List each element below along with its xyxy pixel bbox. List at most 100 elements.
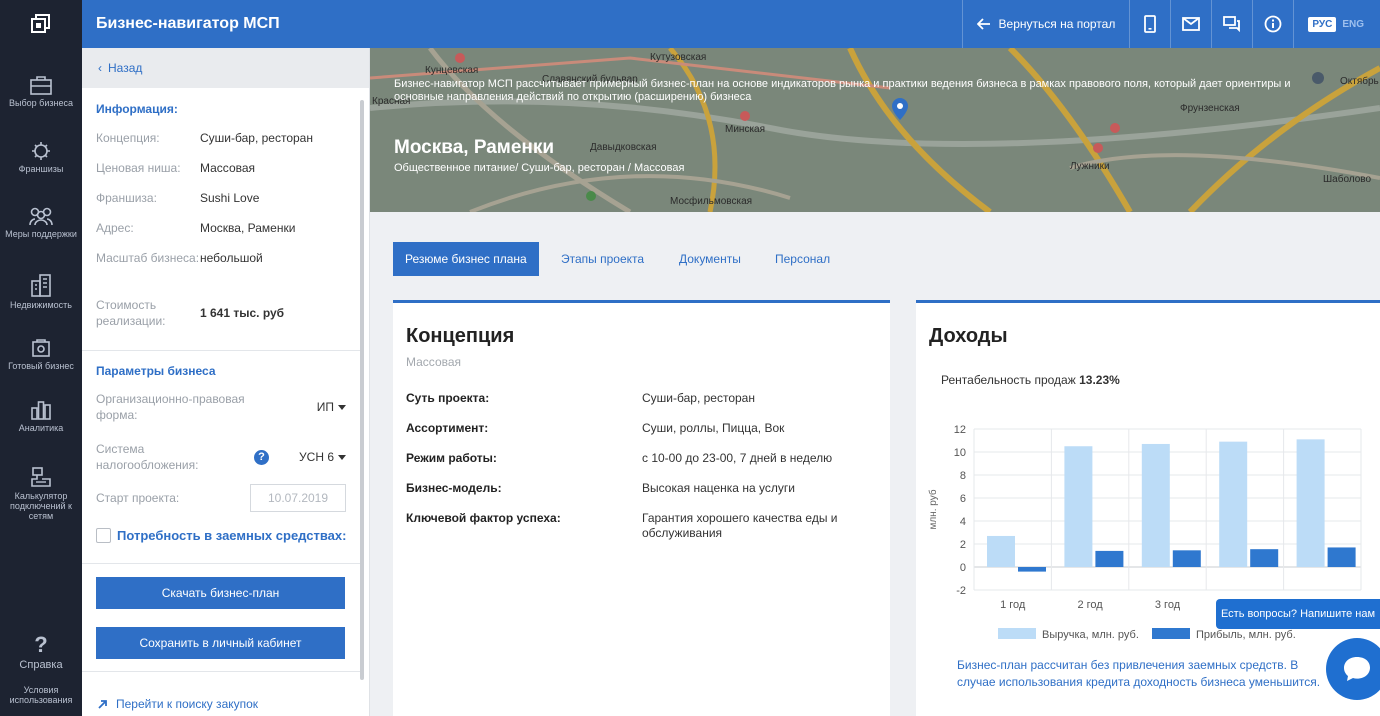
- building-icon: [31, 274, 51, 297]
- chat-prompt-bubble[interactable]: Есть вопросы? Напишите нам: [1216, 599, 1380, 629]
- concept-row: Режим работы: с 10-00 до 23-00, 7 дней в…: [406, 451, 876, 466]
- legend-label: Прибыль, млн. руб.: [1196, 629, 1296, 641]
- rail-item-network-calculator[interactable]: Калькулятор подключений к сетям: [0, 466, 82, 521]
- rail-item-real-estate[interactable]: Недвижимость: [0, 273, 82, 310]
- y-tick-label: 4: [960, 516, 966, 528]
- lang-ru-button[interactable]: РУС: [1308, 16, 1337, 32]
- income-note: Бизнес-план рассчитан без привлечения за…: [957, 658, 1321, 689]
- info-value: Москва, Раменки: [200, 221, 296, 235]
- rail-item-label: Недвижимость: [10, 300, 72, 310]
- param-label: Организационно-правовая форма:: [96, 392, 245, 422]
- start-date-input[interactable]: 10.07.2019: [250, 484, 346, 512]
- concept-key: Режим работы:: [406, 451, 497, 465]
- tax-system-select[interactable]: УСН 6: [299, 450, 346, 464]
- param-row-start: Старт проекта: 10.07.2019: [96, 484, 346, 512]
- concept-row: Ключевой фактор успеха: Гарантия хорошег…: [406, 511, 876, 541]
- info-value: небольшой: [200, 251, 263, 265]
- map-label: Кунцевская: [425, 65, 479, 76]
- chat-open-button[interactable]: [1326, 638, 1380, 700]
- info-row-franchise: Франшиза: Sushi Love: [96, 190, 346, 206]
- rail-item-label: Условия использования: [9, 685, 73, 705]
- map-label: Давыдковская: [590, 142, 657, 153]
- tab-summary[interactable]: Резюме бизнес плана: [393, 242, 539, 276]
- download-business-plan-button[interactable]: Скачать бизнес-план: [96, 577, 345, 609]
- question-circle-icon[interactable]: ?: [254, 449, 269, 465]
- rail-item-business-choice[interactable]: Выбор бизнеса: [0, 75, 82, 108]
- param-label: Старт проекта:: [96, 491, 180, 505]
- lang-en-button[interactable]: ENG: [1338, 17, 1368, 32]
- y-axis-label: млн. руб: [927, 489, 939, 529]
- concept-key: Ассортимент:: [406, 421, 489, 435]
- map-label: Мосфильмовская: [670, 196, 753, 207]
- hero-description: Бизнес-навигатор МСП рассчитывает пример…: [394, 78, 1291, 103]
- analytics-icon: [31, 401, 51, 420]
- rail-item-label: Аналитика: [18, 423, 64, 433]
- tab-staff[interactable]: Персонал: [775, 242, 830, 276]
- logo[interactable]: [0, 0, 82, 48]
- concept-subtitle: Массовая: [406, 355, 462, 369]
- chart-bar: [1327, 547, 1356, 567]
- rail-item-analytics[interactable]: Аналитика: [0, 398, 82, 433]
- chart-bar: [1172, 550, 1201, 567]
- map-label: Фрунзенская: [1180, 103, 1240, 114]
- logo-icon: [31, 14, 50, 33]
- tab-stages[interactable]: Этапы проекта: [561, 242, 644, 276]
- x-tick-label: 2 год: [1077, 599, 1103, 611]
- hero-subtitle: Общественное питание/ Суши-бар, ресторан…: [394, 162, 685, 174]
- concept-value: Суши, роллы, Пицца, Вок: [642, 421, 785, 435]
- back-to-portal-link[interactable]: Вернуться на портал: [961, 0, 1130, 48]
- question-icon: ?: [34, 632, 48, 657]
- legal-form-select[interactable]: ИП: [317, 400, 346, 414]
- loan-checkbox-label: Потребность в заемных средствах:: [117, 528, 347, 543]
- back-label: Назад: [108, 61, 143, 75]
- chart-bar: [1141, 443, 1170, 567]
- concept-row: Бизнес-модель: Высокая наценка на услуги: [406, 481, 876, 496]
- rail-item-label: Выбор бизнеса: [9, 98, 73, 108]
- rail-item-terms[interactable]: Условия использования: [0, 685, 82, 705]
- chart-bar: [1095, 550, 1124, 567]
- mail-icon: [1182, 17, 1201, 31]
- rail-item-label: Меры поддержки: [5, 229, 77, 239]
- info-row-price-niche: Ценовая ниша: Массовая: [96, 160, 346, 176]
- chart-bar: [1018, 567, 1046, 572]
- app-title: Бизнес-навигатор МСП: [96, 15, 280, 32]
- tab-documents[interactable]: Документы: [679, 242, 741, 276]
- map-label: Лужники: [1070, 161, 1110, 172]
- back-button[interactable]: ‹ Назад: [82, 48, 369, 88]
- hero-city: Москва, Раменки: [394, 137, 555, 158]
- concept-row: Суть проекта: Суши-бар, ресторан: [406, 391, 876, 406]
- save-to-account-button[interactable]: Сохранить в личный кабинет: [96, 627, 345, 659]
- rail-item-franchises[interactable]: Франшизы: [0, 141, 82, 174]
- concept-row: Ассортимент: Суши, роллы, Пицца, Вок: [406, 421, 876, 436]
- navigation-rail: Выбор бизнеса Франшизы Меры поддержки Не…: [0, 48, 82, 716]
- chat-button[interactable]: [1211, 0, 1252, 48]
- mail-button[interactable]: [1170, 0, 1211, 48]
- caret-down-icon: [338, 454, 346, 460]
- procurement-search-link[interactable]: Перейти к поиску закупок: [98, 697, 258, 711]
- rail-item-help[interactable]: ? Справка: [0, 632, 82, 671]
- y-tick-label: 2: [960, 539, 966, 551]
- map-label: Минская: [725, 124, 766, 135]
- legend-label: Выручка, млн. руб.: [1042, 629, 1139, 641]
- param-row-tax: Система налогообложения: ? УСН 6: [96, 441, 346, 473]
- business-info-panel: ‹ Назад Информация: Концепция: Суши-бар,…: [82, 48, 370, 716]
- x-tick-label: 1 год: [1000, 599, 1026, 611]
- info-value: 1 641 тыс. руб: [200, 306, 285, 320]
- info-button[interactable]: [1252, 0, 1293, 48]
- chat-bubble-icon: [1344, 657, 1370, 681]
- mobile-button[interactable]: [1129, 0, 1170, 48]
- rail-item-label: Справка: [19, 659, 63, 671]
- panel-scrollbar[interactable]: [360, 100, 364, 680]
- legal-form-value: ИП: [316, 400, 334, 414]
- rail-item-ready-business[interactable]: Готовый бизнес: [0, 338, 82, 371]
- chart-bar: [1219, 441, 1248, 567]
- concept-value: Гарантия хорошего качества еды и обслужи…: [642, 511, 838, 540]
- info-row-address: Адрес: Москва, Раменки: [96, 220, 346, 236]
- loan-checkbox[interactable]: [96, 528, 111, 543]
- income-card: Доходы Рентабельность продаж 13.23% -2 0 2…: [916, 300, 1380, 716]
- chart-bar: [1064, 446, 1093, 567]
- ready-business-icon: [32, 339, 50, 357]
- info-label: Франшиза:: [96, 191, 157, 205]
- rail-item-support-measures[interactable]: Меры поддержки: [0, 206, 82, 239]
- loan-checkbox-row[interactable]: Потребность в заемных средствах:: [96, 528, 346, 543]
